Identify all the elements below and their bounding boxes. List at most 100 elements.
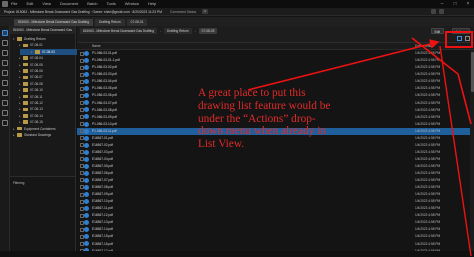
menu-item-view[interactable]: View — [42, 0, 51, 8]
table-row[interactable]: E16567-09.pdf 1/4/2023 4:58 PM — [77, 191, 474, 198]
table-row[interactable]: E16567-06.pdf 1/4/2023 4:58 PM — [77, 170, 474, 177]
file-name[interactable]: E16567-08.pdf — [92, 185, 113, 189]
tree-item[interactable]: ▸ 07-08-05 — [19, 62, 43, 68]
menu-item-window[interactable]: Window — [125, 0, 139, 8]
file-name[interactable]: E16567-15.pdf — [92, 234, 113, 238]
file-name[interactable]: P1-066-03-05.pdf — [92, 86, 117, 90]
file-name[interactable]: E16567-10.pdf — [92, 199, 113, 203]
menu-item-help[interactable]: Help — [148, 0, 156, 8]
tree-item[interactable]: ▸ Standard Drawings — [13, 132, 51, 138]
column-date-created[interactable]: Date Created — [415, 44, 434, 48]
table-row[interactable]: E16567-05.pdf 1/4/2023 4:58 PM — [77, 163, 474, 170]
edit-button[interactable]: Edit — [430, 28, 444, 34]
attachments-icon[interactable] — [2, 110, 8, 116]
table-row[interactable]: P1-066-03-03.pdf 1/4/2023 4:58 PM — [77, 71, 474, 78]
table-row[interactable]: P1-066-03-09.pdf 1/4/2023 4:58 PM — [77, 113, 474, 120]
table-row[interactable]: P1-066-03-07.pdf 1/4/2023 4:58 PM — [77, 99, 474, 106]
table-row[interactable]: E16567-07.pdf 1/4/2023 4:58 PM — [77, 177, 474, 184]
actions-button[interactable]: Actions — [451, 28, 470, 34]
markup-icon[interactable] — [2, 60, 8, 66]
file-name[interactable]: E16567-03.pdf — [92, 150, 113, 154]
table-row[interactable]: E16567-13.pdf 1/4/2023 4:58 PM — [77, 219, 474, 226]
breadcrumb-item[interactable]: 815063 - Milestone Break Downward Gas Dr… — [80, 28, 158, 34]
list-view-icon[interactable] — [457, 36, 462, 41]
files-icon[interactable] — [2, 30, 8, 36]
table-row[interactable]: E16567-11.pdf 1/4/2023 4:58 PM — [77, 205, 474, 212]
tools-icon[interactable] — [2, 70, 8, 76]
file-name[interactable]: E16567-07.pdf — [92, 178, 113, 182]
minimize-icon[interactable]: – — [436, 0, 448, 8]
tree-item[interactable]: ▸ 07-08-15 — [19, 119, 43, 125]
tree-item[interactable]: ▸ 07-08-06 — [19, 68, 43, 74]
table-row[interactable]: P1-066-03-02.pdf 1/4/2023 4:58 PM — [77, 64, 474, 71]
file-name[interactable]: E16567-02.pdf — [92, 143, 113, 147]
menu-item-tools[interactable]: Tools — [106, 0, 115, 8]
file-name[interactable]: E16567-01.pdf — [92, 136, 113, 140]
table-row[interactable]: P1-066-03-08.pdf 1/4/2023 4:58 PM — [77, 106, 474, 113]
file-name[interactable]: E16567-16.pdf — [92, 242, 113, 246]
menu-item-document[interactable]: Document — [60, 0, 78, 8]
table-row[interactable]: E16567-08.pdf 1/4/2023 4:58 PM — [77, 184, 474, 191]
signature-icon[interactable] — [2, 100, 8, 106]
links-icon[interactable] — [2, 120, 8, 126]
breadcrumb-item[interactable]: Drafting Return — [164, 28, 192, 34]
file-name[interactable]: P1-066-03-11.pdf — [92, 129, 117, 133]
tree-item[interactable]: ▸ 07-08-12 — [19, 100, 43, 106]
table-row[interactable]: E16567-14.pdf 1/4/2023 4:58 PM — [77, 226, 474, 233]
breadcrumb-item[interactable]: 07-08-03 — [198, 28, 218, 34]
file-name[interactable]: P1-066-03-01-1.pdf — [92, 58, 120, 62]
table-row[interactable]: E16567-16.pdf 1/4/2023 4:58 PM — [77, 240, 474, 247]
file-name[interactable]: E16567-05.pdf — [92, 164, 113, 168]
grid-view-icon[interactable] — [465, 36, 470, 41]
file-name[interactable]: P1-066-03-09.pdf — [92, 115, 117, 119]
menu-item-file[interactable]: File — [11, 0, 17, 8]
tree-item[interactable]: ▸ 07-08-07 — [19, 74, 43, 80]
file-name[interactable]: P1-066-03-07.pdf — [92, 101, 117, 105]
table-row[interactable]: E16567-15.pdf 1/4/2023 4:58 PM — [77, 233, 474, 240]
menu-item-edit[interactable]: Edit — [26, 0, 33, 8]
bookmark-icon[interactable] — [2, 90, 8, 96]
tree-item[interactable]: ▸ 07-08-10 — [19, 87, 43, 93]
file-name[interactable]: P1-066-03-04.pdf — [92, 79, 117, 83]
tree-item[interactable]: ▸ 07-08-13 — [19, 106, 43, 112]
notification-badge[interactable]: 1 — [202, 9, 208, 14]
file-name[interactable]: E16567-13.pdf — [92, 220, 113, 224]
tree-item[interactable]: ▸ 07-08-04 — [19, 55, 43, 61]
file-name[interactable]: E16567-14.pdf — [92, 227, 113, 231]
close-icon[interactable]: × — [462, 0, 474, 8]
table-row[interactable]: P1-066-03-10.pdf 1/4/2023 4:58 PM — [77, 121, 474, 128]
file-name[interactable]: E16567-12.pdf — [92, 213, 113, 217]
table-row[interactable]: P1-066-03-04.pdf 1/4/2023 4:58 PM — [77, 78, 474, 85]
file-name[interactable]: P1-066-03-10.pdf — [92, 122, 117, 126]
file-name[interactable]: P1-066-03-06.pdf — [92, 93, 117, 97]
file-name[interactable]: E16567-11.pdf — [92, 206, 113, 210]
table-row[interactable]: E16567-04.pdf 1/4/2023 4:58 PM — [77, 156, 474, 163]
table-row[interactable]: E16567-12.pdf 1/4/2023 4:58 PM — [77, 212, 474, 219]
menu-item-batch[interactable]: Batch — [87, 0, 97, 8]
tree-item[interactable]: ▸ Equipment Containers — [13, 126, 56, 132]
file-name[interactable]: P1-066-03-08.pdf — [92, 108, 117, 112]
file-name[interactable]: P1-066-03-02.pdf — [92, 65, 117, 69]
table-row[interactable]: E16567-01.pdf 1/4/2023 4:58 PM — [77, 135, 474, 142]
tree-item[interactable]: ▸ 07-08-01 — [19, 42, 43, 48]
vertical-scrollbar[interactable] — [470, 50, 474, 257]
session-tab[interactable]: Drafting Return — [95, 19, 125, 26]
file-name[interactable]: E16567-04.pdf — [92, 157, 113, 161]
scroll-thumb[interactable] — [470, 52, 474, 92]
tree-item[interactable]: ▸ 07-08-08 — [19, 81, 43, 87]
file-name[interactable]: E16567-09.pdf — [92, 192, 113, 196]
table-row[interactable]: P1-066-03-11.pdf 1/4/2023 4:58 PM — [77, 127, 474, 135]
table-row[interactable]: P1-066-03-01-1.pdf 1/4/2023 4:58 PM — [77, 57, 474, 64]
table-row[interactable]: E16567-10.pdf 1/4/2023 4:58 PM — [77, 198, 474, 205]
refresh-icon[interactable] — [431, 9, 436, 14]
settings-icon[interactable] — [439, 9, 444, 14]
table-row[interactable]: E16567-03.pdf 1/4/2023 4:58 PM — [77, 149, 474, 156]
tree-item[interactable]: ▸ 07-08-14 — [19, 113, 43, 119]
tree-item[interactable]: ▾ Drafting Return — [13, 36, 46, 42]
table-row[interactable]: P1-066-03-05.pdf 1/4/2023 4:58 PM — [77, 85, 474, 92]
file-name[interactable]: P1-066-03-03.pdf — [92, 72, 117, 76]
table-row[interactable]: E16567-02.pdf 1/4/2023 4:58 PM — [77, 142, 474, 149]
file-name[interactable]: P1-066-03-01.pdf — [92, 51, 117, 55]
layers-icon[interactable] — [2, 50, 8, 56]
table-row[interactable]: P1-066-03-06.pdf 1/4/2023 4:58 PM — [77, 92, 474, 99]
